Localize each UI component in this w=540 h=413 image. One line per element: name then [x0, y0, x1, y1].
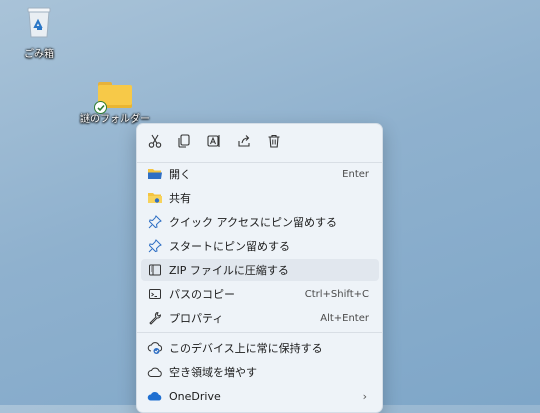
cut-button[interactable]	[145, 133, 165, 153]
cloud-outline-icon	[147, 364, 163, 380]
menu-item-label: パスのコピー	[169, 288, 235, 301]
menu-item-label: 空き領域を増やす	[169, 366, 257, 379]
menu-divider	[137, 332, 382, 333]
menu-item-shortcut: Enter	[342, 168, 369, 180]
menu-item-label: クイック アクセスにピン留めする	[169, 216, 337, 229]
menu-item-free-up-space[interactable]: 空き領域を増やす	[141, 361, 379, 383]
menu-item-shortcut: Alt+Enter	[320, 312, 369, 324]
share-button[interactable]	[234, 133, 254, 153]
chevron-right-icon: ›	[362, 389, 367, 403]
menu-item-label: スタートにピン留めする	[169, 240, 290, 253]
delete-icon	[266, 133, 282, 153]
pin-icon	[147, 214, 163, 230]
menu-item-pin-start[interactable]: スタートにピン留めする	[141, 235, 379, 257]
menu-item-label: OneDrive	[169, 389, 221, 403]
menu-item-label: ZIP ファイルに圧縮する	[169, 264, 289, 277]
onedrive-icon	[147, 388, 163, 404]
cut-icon	[147, 133, 163, 153]
cloud-keep-icon	[147, 340, 163, 356]
recycle-bin-icon	[24, 5, 54, 43]
wrench-icon	[147, 310, 163, 326]
menu-item-onedrive[interactable]: OneDrive ›	[141, 385, 379, 407]
zip-icon	[147, 262, 163, 278]
pin-icon	[147, 238, 163, 254]
menu-item-compress-zip[interactable]: ZIP ファイルに圧縮する	[141, 259, 379, 281]
folder-desktop-icon[interactable]: 謎のフォルダー	[80, 82, 150, 125]
menu-item-label: このデバイス上に常に保持する	[169, 342, 323, 355]
menu-item-always-keep[interactable]: このデバイス上に常に保持する	[141, 337, 379, 359]
menu-item-properties[interactable]: プロパティ Alt+Enter	[141, 307, 379, 329]
folder-open-icon	[147, 166, 163, 182]
menu-item-pin-quick-access[interactable]: クイック アクセスにピン留めする	[141, 211, 379, 233]
menu-item-label: 共有	[169, 192, 191, 205]
copy-button[interactable]	[174, 133, 194, 153]
folder-icon	[94, 82, 132, 114]
menu-item-label: 開く	[169, 168, 191, 181]
menu-item-share[interactable]: 共有	[141, 187, 379, 209]
menu-item-label: プロパティ	[169, 312, 224, 325]
delete-button[interactable]	[264, 133, 284, 153]
path-copy-icon	[147, 286, 163, 302]
desktop-icon-label: ごみ箱	[24, 49, 54, 60]
rename-icon	[206, 133, 222, 153]
copy-icon	[176, 133, 192, 153]
recycle-bin-desktop-icon[interactable]: ごみ箱	[9, 5, 69, 60]
share-icon	[236, 133, 252, 153]
menu-item-open[interactable]: 開く Enter	[141, 163, 379, 185]
shared-folder-icon	[147, 190, 163, 206]
menu-item-shortcut: Ctrl+Shift+C	[304, 288, 369, 300]
menu-item-copy-path[interactable]: パスのコピー Ctrl+Shift+C	[141, 283, 379, 305]
context-menu-toolbar	[137, 124, 382, 162]
context-menu: 開く Enter 共有 クイック アクセスにピン留めする スタートにピン留めする…	[136, 123, 383, 413]
rename-button[interactable]	[204, 133, 224, 153]
synced-check-icon	[94, 101, 107, 114]
